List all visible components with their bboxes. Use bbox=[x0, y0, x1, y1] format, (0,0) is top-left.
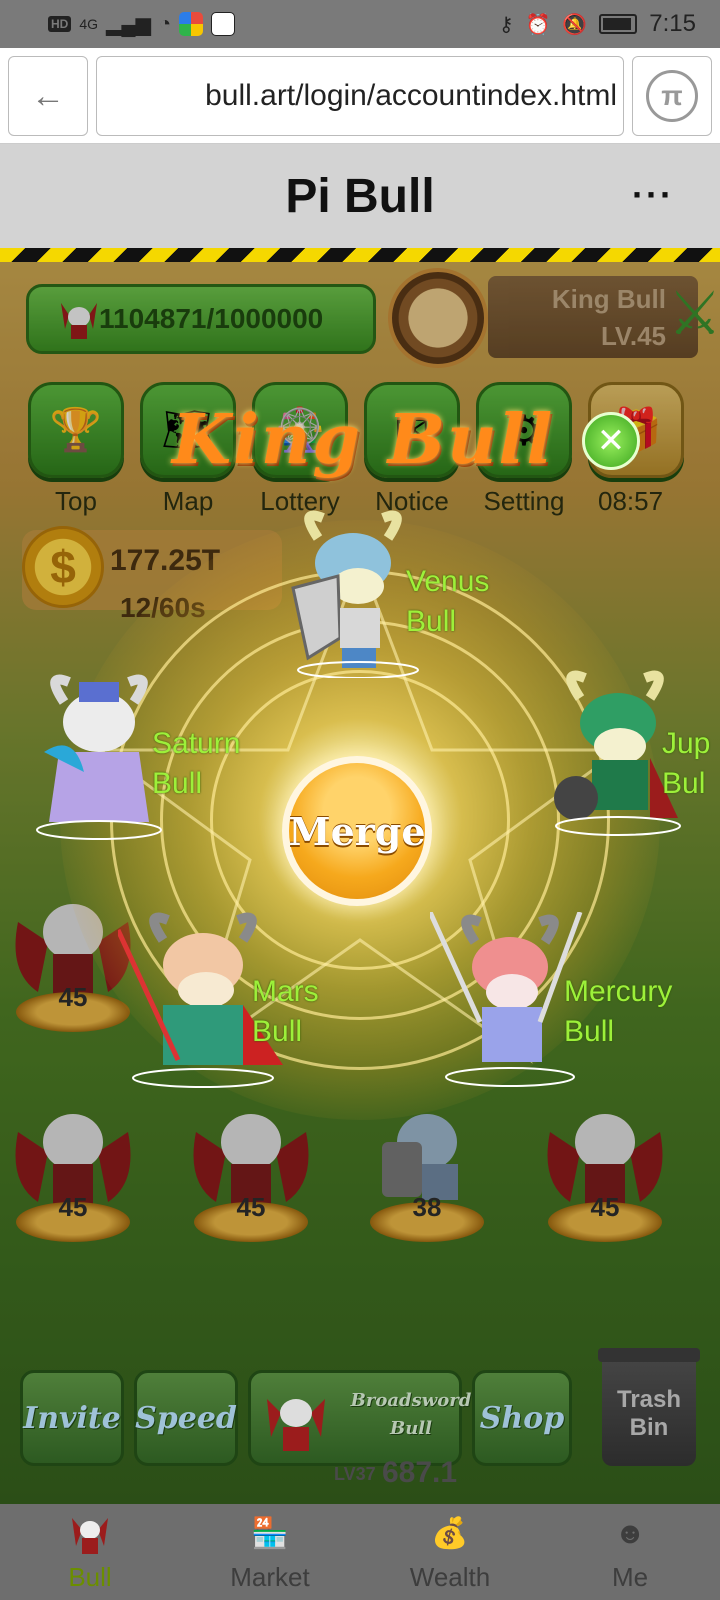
hazard-stripe bbox=[0, 248, 720, 262]
planet-name-line: Jup bbox=[662, 727, 711, 760]
game-area: 45 45 45 38 45 1104871/1000000 King Bull… bbox=[0, 262, 720, 1504]
planet-name-line: Mars bbox=[252, 975, 319, 1008]
hd-icon: HD bbox=[48, 16, 72, 32]
shop-button[interactable]: Shop bbox=[472, 1370, 572, 1466]
nav-bull[interactable]: Bull bbox=[0, 1504, 180, 1600]
battery-icon bbox=[599, 14, 638, 34]
browser-bar: ← bull.art/login/accountindex.html π bbox=[0, 48, 720, 144]
pi-browser-button[interactable]: π bbox=[632, 56, 712, 136]
planet-name-line: Bull bbox=[252, 1015, 303, 1048]
qq-icon bbox=[211, 12, 236, 36]
mercury-bull-name: Mercury Bull bbox=[564, 972, 672, 1052]
planet-name-line: Venus bbox=[406, 565, 490, 598]
trash-label-line: Trash bbox=[616, 1386, 682, 1413]
bull-icon bbox=[72, 1517, 108, 1554]
store-icon: 🏪 bbox=[251, 1517, 289, 1550]
nav-bull-label: Bull bbox=[68, 1561, 112, 1592]
clock: 7:15 bbox=[649, 10, 696, 37]
planet-name-line: Bull bbox=[564, 1015, 615, 1048]
nav-me-label: Me bbox=[611, 1561, 649, 1592]
app-header: Pi Bull ··· bbox=[0, 144, 720, 248]
planet-name-line: Saturn bbox=[152, 727, 241, 760]
money-bag-icon: 💰 bbox=[431, 1517, 469, 1550]
trash-label-line: Bin bbox=[629, 1414, 669, 1441]
popup-title: King Bull bbox=[172, 400, 555, 480]
trash-bin-button[interactable]: Trash Bin bbox=[598, 1348, 700, 1466]
broadsword-bull-level: LV37 bbox=[334, 1464, 376, 1484]
broadsword-bull-name: Broadsword Bull bbox=[341, 1387, 481, 1443]
saturn-bull-name: Saturn Bull bbox=[152, 724, 240, 804]
nav-market-label: Market bbox=[230, 1561, 310, 1592]
status-bar: HD 4G ▂▄▆ ◔ ⚷ ⏰ 🔕 7:15 bbox=[0, 0, 720, 48]
app-notification-icon bbox=[179, 12, 204, 36]
bottom-nav: Bull 🏪 Market 💰 Wealth ☻ Me bbox=[0, 1504, 720, 1600]
planet-name-line: Bul bbox=[662, 767, 706, 800]
mute-icon: 🔕 bbox=[562, 13, 588, 36]
user-icon: ☻ bbox=[614, 1516, 646, 1550]
more-menu-button[interactable]: ··· bbox=[632, 174, 674, 216]
planet-name-line: Bull bbox=[152, 767, 203, 800]
url-text: bull.art/login/accountindex.html bbox=[205, 79, 617, 112]
page-title: Pi Bull bbox=[285, 169, 435, 223]
back-button[interactable]: ← bbox=[8, 56, 88, 136]
merge-button[interactable]: Merge bbox=[282, 756, 432, 906]
broadsword-bull-price: 687.1 bbox=[382, 1456, 458, 1489]
nav-wealth-label: Wealth bbox=[409, 1561, 491, 1592]
key-icon: ⚷ bbox=[498, 13, 514, 36]
close-popup-button[interactable]: ✕ bbox=[582, 412, 640, 470]
mars-bull-name: Mars Bull bbox=[252, 972, 319, 1052]
alarm-icon: ⏰ bbox=[525, 13, 551, 36]
close-icon: ✕ bbox=[596, 422, 626, 460]
jupiter-bull-name: Jup Bul bbox=[662, 724, 710, 804]
nav-market[interactable]: 🏪 Market bbox=[180, 1504, 360, 1600]
planet-name-line: Mercury bbox=[564, 975, 673, 1008]
broadsword-name-line: Bull bbox=[390, 1418, 432, 1439]
network-label: 4G bbox=[79, 16, 99, 32]
arrow-left-icon: ← bbox=[31, 76, 65, 115]
nav-me[interactable]: ☻ Me bbox=[540, 1504, 720, 1600]
nav-wealth[interactable]: 💰 Wealth bbox=[360, 1504, 540, 1600]
broadsword-name-line: Broadsword bbox=[350, 1390, 472, 1411]
url-field[interactable]: bull.art/login/accountindex.html bbox=[96, 56, 624, 136]
wifi-icon: ◔ bbox=[158, 12, 172, 35]
venus-bull-name: Venus Bull bbox=[406, 562, 489, 642]
page: HD 4G ▂▄▆ ◔ ⚷ ⏰ 🔕 7:15 ← bull.art/login/… bbox=[0, 0, 720, 1600]
planet-name-line: Bull bbox=[406, 605, 457, 638]
signal-icon: ▂▄▆ bbox=[106, 13, 151, 36]
speed-button[interactable]: Speed bbox=[134, 1370, 238, 1466]
pi-icon: π bbox=[646, 70, 698, 122]
broadsword-bull-icon bbox=[267, 1399, 325, 1451]
buy-broadsword-bull-button[interactable]: Broadsword Bull bbox=[248, 1370, 471, 1466]
invite-button[interactable]: Invite bbox=[20, 1370, 124, 1466]
